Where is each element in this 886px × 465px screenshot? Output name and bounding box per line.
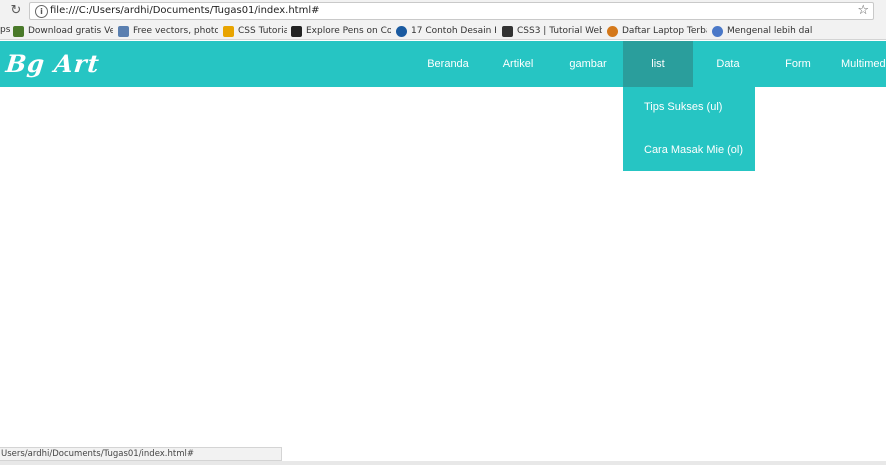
info-icon[interactable]: i (35, 5, 48, 18)
bookmark-item[interactable]: CSS Tutorial (223, 24, 287, 38)
blog-favicon-icon (396, 25, 407, 37)
window-bottom-edge (0, 461, 886, 465)
dropdown-item-tips-sukses[interactable]: Tips Sukses (ul) (644, 101, 722, 113)
bookmark-item[interactable]: 17 Contoh Desain Hal (396, 24, 496, 38)
list-dropdown-menu: Tips Sukses (ul) Cara Masak Mie (ol) (623, 87, 755, 171)
bookmark-label: Mengenal lebih dalam (727, 26, 812, 36)
tutorial-favicon-icon (502, 25, 513, 37)
site-navbar: Bg Art Beranda Artikel gambar list Data … (0, 41, 886, 87)
bookmark-label: 17 Contoh Desain Hal (411, 26, 496, 36)
download-favicon-icon (13, 25, 24, 37)
nav-item-multimedia[interactable]: Multimed (833, 41, 886, 87)
bookmark-label: CSS Tutorial (238, 26, 287, 36)
freepik-favicon-icon (118, 25, 129, 37)
bookmark-label: CSS3 | Tutorial Web D (517, 26, 602, 36)
status-bar-url: Users/ardhi/Documents/Tugas01/index.html… (0, 447, 282, 461)
url-text: file:///C:/Users/ardhi/Documents/Tugas01… (50, 5, 320, 16)
bookmark-item[interactable]: Download gratis Vect (13, 24, 113, 38)
nav-item-gambar[interactable]: gambar (553, 41, 623, 87)
bookmark-label: Daftar Laptop Terbaik (622, 26, 707, 36)
bookmark-label: Download gratis Vect (28, 26, 113, 36)
bookmark-item[interactable]: CSS3 | Tutorial Web D (502, 24, 602, 38)
bookmark-item[interactable]: Daftar Laptop Terbaik (607, 24, 707, 38)
address-bar[interactable]: i file:///C:/Users/ardhi/Documents/Tugas… (29, 2, 874, 20)
bookmark-item[interactable]: Free vectors, photos a (118, 24, 218, 38)
nav-item-data[interactable]: Data (693, 41, 763, 87)
bookmark-item[interactable]: Mengenal lebih dalam (712, 24, 812, 38)
laptop-favicon-icon (607, 25, 618, 37)
wiki-favicon-icon (712, 25, 723, 37)
bookmark-truncated-label: ps (0, 25, 11, 35)
nav-item-artikel[interactable]: Artikel (483, 41, 553, 87)
nav-item-form[interactable]: Form (763, 41, 833, 87)
bookmark-label: Explore Pens on Code (306, 26, 391, 36)
bookmark-item[interactable]: Explore Pens on Code (291, 24, 391, 38)
codepen-favicon-icon (291, 25, 302, 37)
site-logo[interactable]: Bg Art (4, 49, 101, 78)
nav-item-beranda[interactable]: Beranda (413, 41, 483, 87)
nav-item-list[interactable]: list (623, 41, 693, 87)
browser-toolbar: ↻ i file:///C:/Users/ardhi/Documents/Tug… (0, 0, 886, 22)
w3schools-favicon-icon (223, 25, 234, 37)
reload-icon[interactable]: ↻ (9, 4, 23, 18)
bookmarks-bar: ps Download gratis Vect Free vectors, ph… (0, 22, 886, 40)
bookmark-star-icon[interactable]: ☆ (857, 3, 869, 18)
bookmark-label: Free vectors, photos a (133, 26, 218, 36)
dropdown-item-cara-masak-mie[interactable]: Cara Masak Mie (ol) (644, 144, 743, 156)
